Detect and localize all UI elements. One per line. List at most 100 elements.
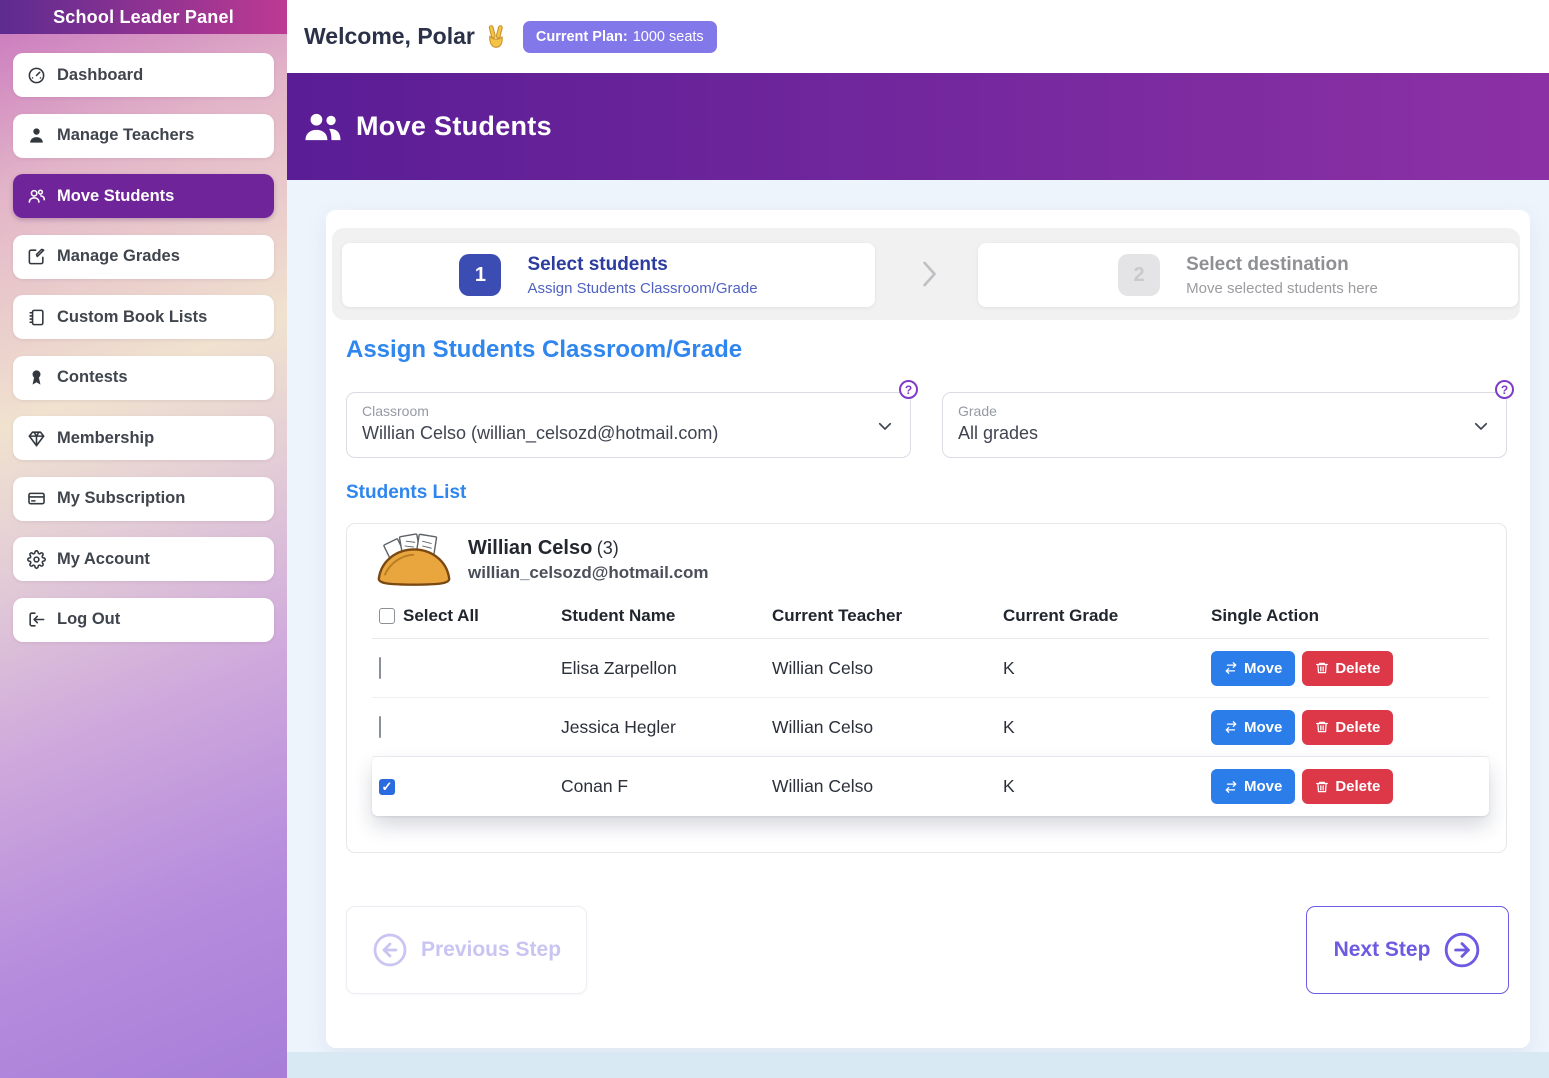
sidebar-item-label: My Account <box>57 550 150 569</box>
delete-button[interactable]: Delete <box>1302 769 1393 804</box>
bottom-strip <box>287 1052 1549 1078</box>
cell-student-name: Jessica Hegler <box>561 717 772 738</box>
sidebar-title: School Leader Panel <box>0 0 287 34</box>
move-button[interactable]: Move <box>1211 710 1295 745</box>
trash-icon <box>1315 720 1329 734</box>
sidebar-item-label: Contests <box>57 368 128 387</box>
step-select-students[interactable]: 1 Select students Assign Students Classr… <box>342 243 875 307</box>
credit-card-icon <box>27 489 46 508</box>
next-step-button[interactable]: Next Step <box>1306 906 1509 994</box>
move-button[interactable]: Move <box>1211 651 1295 686</box>
current-plan-badge: Current Plan: 1000 seats <box>523 21 717 53</box>
sidebar-item-label: Membership <box>57 429 154 448</box>
people-icon <box>304 112 342 142</box>
step-number: 1 <box>459 254 501 296</box>
sidebar-item-my-account[interactable]: My Account <box>13 537 274 581</box>
row-checkbox[interactable] <box>379 716 381 738</box>
page-title: Move Students <box>356 111 552 142</box>
grade-select[interactable]: Grade All grades <box>942 392 1507 458</box>
cell-current-grade: K <box>1003 717 1211 738</box>
content-area: 1 Select students Assign Students Classr… <box>287 180 1549 1078</box>
logout-icon <box>27 610 46 629</box>
cell-current-teacher: Willian Celso <box>772 776 1003 797</box>
classroom-group-header: Willian Celso (3) willian_celsozd@hotmai… <box>347 524 1506 594</box>
trash-icon <box>1315 780 1329 794</box>
step-title: Select students <box>527 254 757 276</box>
page-header: Move Students <box>287 73 1549 180</box>
classroom-select[interactable]: Classroom Willian Celso (willian_celsozd… <box>346 392 911 458</box>
select-all-label: Select All <box>403 606 479 626</box>
group-teacher-email: willian_celsozd@hotmail.com <box>468 563 708 583</box>
victory-hand-icon <box>483 24 509 50</box>
move-button[interactable]: Move <box>1211 769 1295 804</box>
sidebar-item-label: Move Students <box>57 187 174 206</box>
swap-arrows-icon <box>1224 720 1238 734</box>
table-row-selected: ✓ Conan F Willian Celso K Move Delete <box>372 757 1489 816</box>
sidebar-item-move-students[interactable]: Move Students <box>13 174 274 218</box>
chevron-right-icon <box>914 254 944 299</box>
topbar: Welcome, Polar Current Plan: 1000 seats <box>287 0 1549 73</box>
delete-button[interactable]: Delete <box>1302 710 1393 745</box>
classroom-select-value: Willian Celso (willian_celsozd@hotmail.c… <box>362 423 862 444</box>
main-panel: 1 Select students Assign Students Classr… <box>326 210 1530 1048</box>
table-row: Jessica Hegler Willian Celso K Move Dele… <box>372 698 1489 757</box>
gear-icon <box>27 550 46 569</box>
previous-step-button[interactable]: Previous Step <box>346 906 587 994</box>
wizard-stepper: 1 Select students Assign Students Classr… <box>332 228 1520 320</box>
swap-arrows-icon <box>1224 661 1238 675</box>
column-header-current-grade: Current Grade <box>1003 606 1211 626</box>
cell-student-name: Elisa Zarpellon <box>561 658 772 679</box>
cell-current-grade: K <box>1003 776 1211 797</box>
arrow-left-circle-icon <box>372 932 408 968</box>
select-all-checkbox[interactable] <box>379 608 395 624</box>
trash-icon <box>1315 661 1329 675</box>
sidebar-item-contests[interactable]: Contests <box>13 356 274 400</box>
cell-current-teacher: Willian Celso <box>772 717 1003 738</box>
sidebar-item-membership[interactable]: Membership <box>13 416 274 460</box>
delete-button[interactable]: Delete <box>1302 651 1393 686</box>
step-number: 2 <box>1118 254 1160 296</box>
table-row: Elisa Zarpellon Willian Celso K Move Del… <box>372 639 1489 698</box>
sidebar-item-log-out[interactable]: Log Out <box>13 598 274 642</box>
swap-arrows-icon <box>1224 780 1238 794</box>
grade-select-label: Grade <box>958 403 1458 419</box>
group-teacher-name: Willian Celso <box>468 537 592 559</box>
column-header-current-teacher: Current Teacher <box>772 606 1003 626</box>
sidebar-item-manage-teachers[interactable]: Manage Teachers <box>13 114 274 158</box>
row-checkbox[interactable] <box>379 657 381 679</box>
sidebar-item-label: Log Out <box>57 610 120 629</box>
chevron-down-icon <box>876 417 894 440</box>
sidebar-item-label: Custom Book Lists <box>57 308 207 327</box>
book-icon <box>27 308 46 327</box>
gem-icon <box>27 429 46 448</box>
row-checkbox[interactable]: ✓ <box>379 779 395 795</box>
plan-value: 1000 seats <box>633 29 704 45</box>
step-select-destination[interactable]: 2 Select destination Move selected stude… <box>978 243 1518 307</box>
sidebar-item-dashboard[interactable]: Dashboard <box>13 53 274 97</box>
students-list-title: Students List <box>346 482 466 504</box>
cell-student-name: Conan F <box>561 776 772 797</box>
main-area: Welcome, Polar Current Plan: 1000 seats <box>287 0 1549 1078</box>
sidebar-item-label: Manage Grades <box>57 247 180 266</box>
cell-current-teacher: Willian Celso <box>772 658 1003 679</box>
sidebar-item-manage-grades[interactable]: Manage Grades <box>13 235 274 279</box>
edit-square-icon <box>27 247 46 266</box>
group-student-count: (3) <box>597 538 619 558</box>
award-icon <box>27 368 46 387</box>
sidebar-item-label: My Subscription <box>57 489 185 508</box>
grade-help-icon[interactable]: ? <box>1495 380 1514 399</box>
students-table-header: Select All Student Name Current Teacher … <box>372 594 1489 639</box>
plan-label: Current Plan: <box>536 29 628 45</box>
sidebar-item-custom-book-lists[interactable]: Custom Book Lists <box>13 295 274 339</box>
sidebar-item-my-subscription[interactable]: My Subscription <box>13 477 274 521</box>
section-title: Assign Students Classroom/Grade <box>346 336 742 364</box>
step-subtitle: Move selected students here <box>1186 280 1378 297</box>
column-header-student-name: Student Name <box>561 606 772 626</box>
grade-select-value: All grades <box>958 423 1458 444</box>
sidebar-item-label: Dashboard <box>57 66 143 85</box>
cell-current-grade: K <box>1003 658 1211 679</box>
sidebar-nav: Dashboard Manage Teachers Move Students … <box>0 34 287 661</box>
school-leader-panel-app: School Leader Panel Dashboard Manage Tea… <box>0 0 1549 1078</box>
welcome-text: Welcome, Polar <box>304 23 509 50</box>
classroom-help-icon[interactable]: ? <box>899 380 918 399</box>
